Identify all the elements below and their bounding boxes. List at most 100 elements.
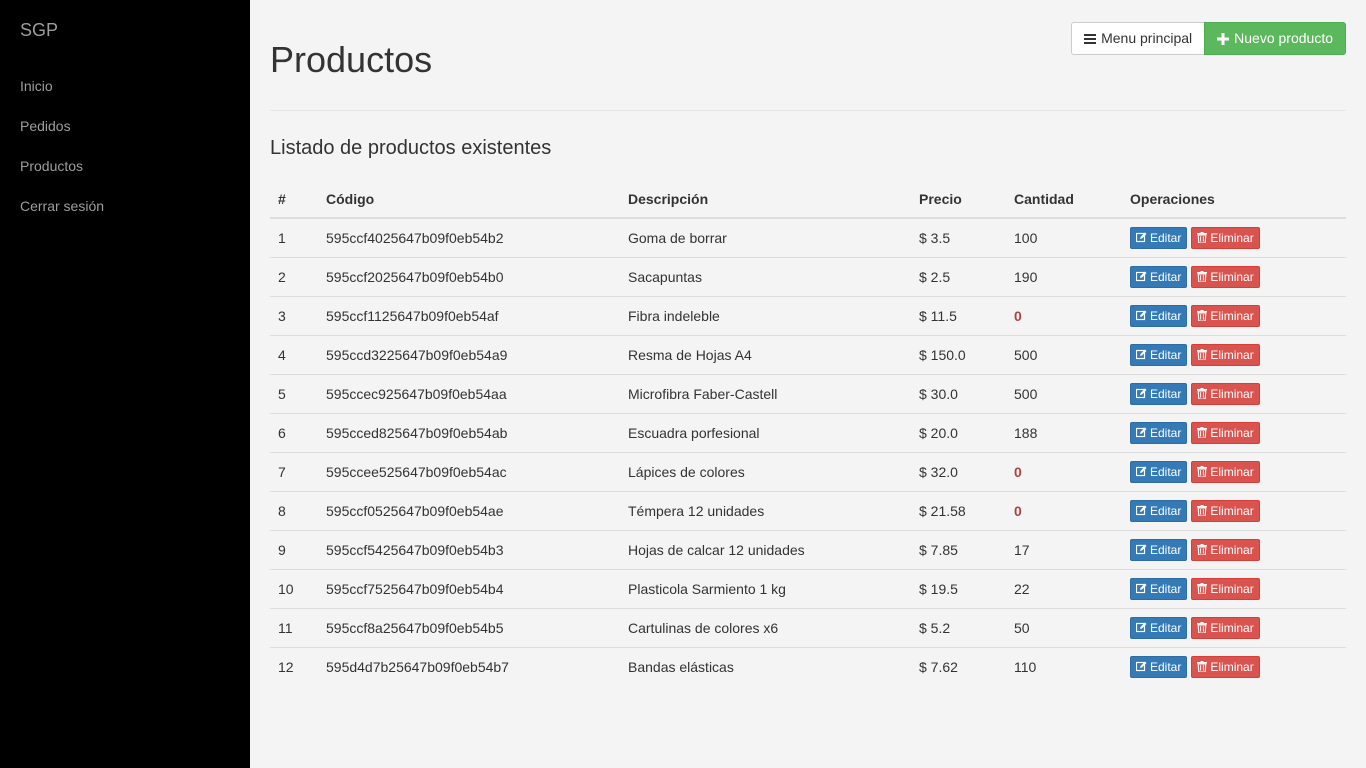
delete-label: Eliminar xyxy=(1210,620,1254,635)
row-description: Escuadra porfesional xyxy=(620,412,911,452)
edit-button[interactable]: Editar xyxy=(1130,616,1188,639)
row-description: Lápices de colores xyxy=(620,451,911,491)
row-description: Hojas de calcar 12 unidades xyxy=(620,529,911,569)
operations-group: Editar Eliminar xyxy=(1130,616,1338,639)
delete-button[interactable]: Eliminar xyxy=(1191,538,1260,561)
row-quantity: 0 xyxy=(1006,490,1122,530)
edit-button[interactable]: Editar xyxy=(1130,304,1188,327)
edit-icon xyxy=(1136,271,1147,282)
operations-group: Editar Eliminar xyxy=(1130,538,1338,561)
delete-button[interactable]: Eliminar xyxy=(1191,499,1260,522)
trash-icon xyxy=(1197,622,1208,633)
row-number: 4 xyxy=(270,334,318,374)
row-operations: Editar Eliminar xyxy=(1122,490,1346,530)
delete-button[interactable]: Eliminar xyxy=(1191,616,1260,639)
trash-icon xyxy=(1197,310,1208,321)
table-row: 10 595ccf7525647b09f0eb54b4 Plasticola Sar… xyxy=(270,568,1346,608)
row-number: 1 xyxy=(278,229,286,246)
row-code: 595ccf5425647b09f0eb54b3 xyxy=(318,529,620,569)
operations-group: Editar Eliminar xyxy=(1130,382,1338,405)
column-header-operaciones: Operaciones xyxy=(1122,181,1346,219)
delete-button[interactable]: Eliminar xyxy=(1191,382,1260,405)
menu-principal-label: Menu principal xyxy=(1101,30,1193,46)
table-row: 3 595ccf1125647b09f0eb54af Fibra indeleble… xyxy=(270,295,1346,335)
edit-button[interactable]: Editar xyxy=(1130,538,1188,561)
table-row: 5 595ccec925647b09f0eb54aa Microfibra Fabe… xyxy=(270,373,1346,413)
quantity-value: 50 xyxy=(1014,619,1030,636)
delete-label: Eliminar xyxy=(1210,308,1254,323)
edit-button[interactable]: Editar xyxy=(1130,343,1188,366)
delete-button[interactable]: Eliminar xyxy=(1191,304,1260,327)
quantity-value: 17 xyxy=(1014,541,1030,558)
plus-icon xyxy=(1217,32,1230,45)
delete-button[interactable]: Eliminar xyxy=(1191,460,1260,483)
row-code: 595cced825647b09f0eb54ab xyxy=(318,412,620,452)
edit-label: Editar xyxy=(1150,230,1182,245)
sidebar-item-inicio[interactable]: Inicio xyxy=(20,75,104,115)
delete-label: Eliminar xyxy=(1210,659,1254,674)
row-number: 2 xyxy=(270,256,318,296)
nuevo-producto-button[interactable]: Nuevo producto xyxy=(1204,22,1346,55)
delete-label: Eliminar xyxy=(1210,581,1254,596)
delete-button[interactable]: Eliminar xyxy=(1191,343,1260,366)
edit-button[interactable]: Editar xyxy=(1130,655,1188,678)
row-code: 595ccf4025647b09f0eb54b2 xyxy=(326,229,504,246)
row-quantity: 50 xyxy=(1006,607,1122,647)
delete-button[interactable]: Eliminar xyxy=(1191,265,1260,288)
edit-button[interactable]: Editar xyxy=(1130,577,1188,600)
brand-logo[interactable]: SGP xyxy=(20,19,58,41)
edit-icon xyxy=(1136,544,1147,555)
row-operations: Editar Eliminar xyxy=(1122,607,1346,647)
quantity-value: 188 xyxy=(1014,424,1038,441)
row-operations: Editar Eliminar xyxy=(1122,218,1346,257)
table-row: 7 595ccee525647b09f0eb54ac Lápices de colo… xyxy=(270,451,1346,491)
sidebar-item-productos[interactable]: Productos xyxy=(20,155,104,195)
row-description: Cartulinas de colores x6 xyxy=(620,607,911,647)
row-number: 12 xyxy=(270,646,318,686)
row-operations: Editar Eliminar xyxy=(1122,256,1346,296)
sidebar-nav: Inicio Pedidos Productos Cerrar sesión xyxy=(20,75,104,235)
edit-button[interactable]: Editar xyxy=(1130,382,1188,405)
trash-icon xyxy=(1197,466,1208,477)
edit-label: Editar xyxy=(1150,503,1182,518)
row-quantity: 17 xyxy=(1006,529,1122,569)
row-quantity: 500 xyxy=(1006,334,1122,374)
delete-button[interactable]: Eliminar xyxy=(1191,577,1260,600)
section-subtitle: Listado de productos existentes xyxy=(270,137,552,159)
row-description: Fibra indeleble xyxy=(620,295,911,335)
row-price: $ 20.0 xyxy=(911,412,1006,452)
edit-label: Editar xyxy=(1150,659,1182,674)
edit-button[interactable]: Editar xyxy=(1130,460,1188,483)
row-description: Goma de borrar xyxy=(628,229,727,246)
column-header-codigo: Código xyxy=(318,181,620,219)
operations-group: Editar Eliminar xyxy=(1130,226,1338,249)
menu-principal-button[interactable]: Menu principal xyxy=(1071,22,1206,55)
edit-button[interactable]: Editar xyxy=(1130,421,1188,444)
trash-icon xyxy=(1197,271,1208,282)
edit-label: Editar xyxy=(1150,425,1182,440)
delete-button[interactable]: Eliminar xyxy=(1191,655,1260,678)
sidebar-item-cerrar-sesion[interactable]: Cerrar sesión xyxy=(20,195,104,235)
row-description: Témpera 12 unidades xyxy=(620,490,911,530)
row-code: 595ccf7525647b09f0eb54b4 xyxy=(318,568,620,608)
edit-icon xyxy=(1136,661,1147,672)
quantity-value: 0 xyxy=(1014,463,1022,480)
edit-button[interactable]: Editar xyxy=(1130,499,1188,522)
operations-group: Editar Eliminar xyxy=(1130,265,1338,288)
row-code: 595ccf1125647b09f0eb54af xyxy=(318,295,620,335)
row-operations: Editar Eliminar xyxy=(1122,529,1346,569)
quantity-value: 110 xyxy=(1014,658,1037,675)
delete-button[interactable]: Eliminar xyxy=(1191,421,1260,444)
delete-label: Eliminar xyxy=(1210,425,1254,440)
row-number: 6 xyxy=(270,412,318,452)
row-price: $ 30.0 xyxy=(911,373,1006,413)
edit-icon xyxy=(1136,466,1147,477)
row-description: Resma de Hojas A4 xyxy=(620,334,911,374)
sidebar-item-pedidos[interactable]: Pedidos xyxy=(20,115,104,155)
edit-button[interactable]: Editar xyxy=(1130,265,1188,288)
table-row: 9 595ccf5425647b09f0eb54b3 Hojas de calcar… xyxy=(270,529,1346,569)
quantity-value: 0 xyxy=(1014,307,1022,324)
edit-button[interactable]: Editar xyxy=(1130,226,1188,249)
delete-button[interactable]: Eliminar xyxy=(1191,226,1260,249)
column-header-descripcion: Descripción xyxy=(620,181,911,219)
